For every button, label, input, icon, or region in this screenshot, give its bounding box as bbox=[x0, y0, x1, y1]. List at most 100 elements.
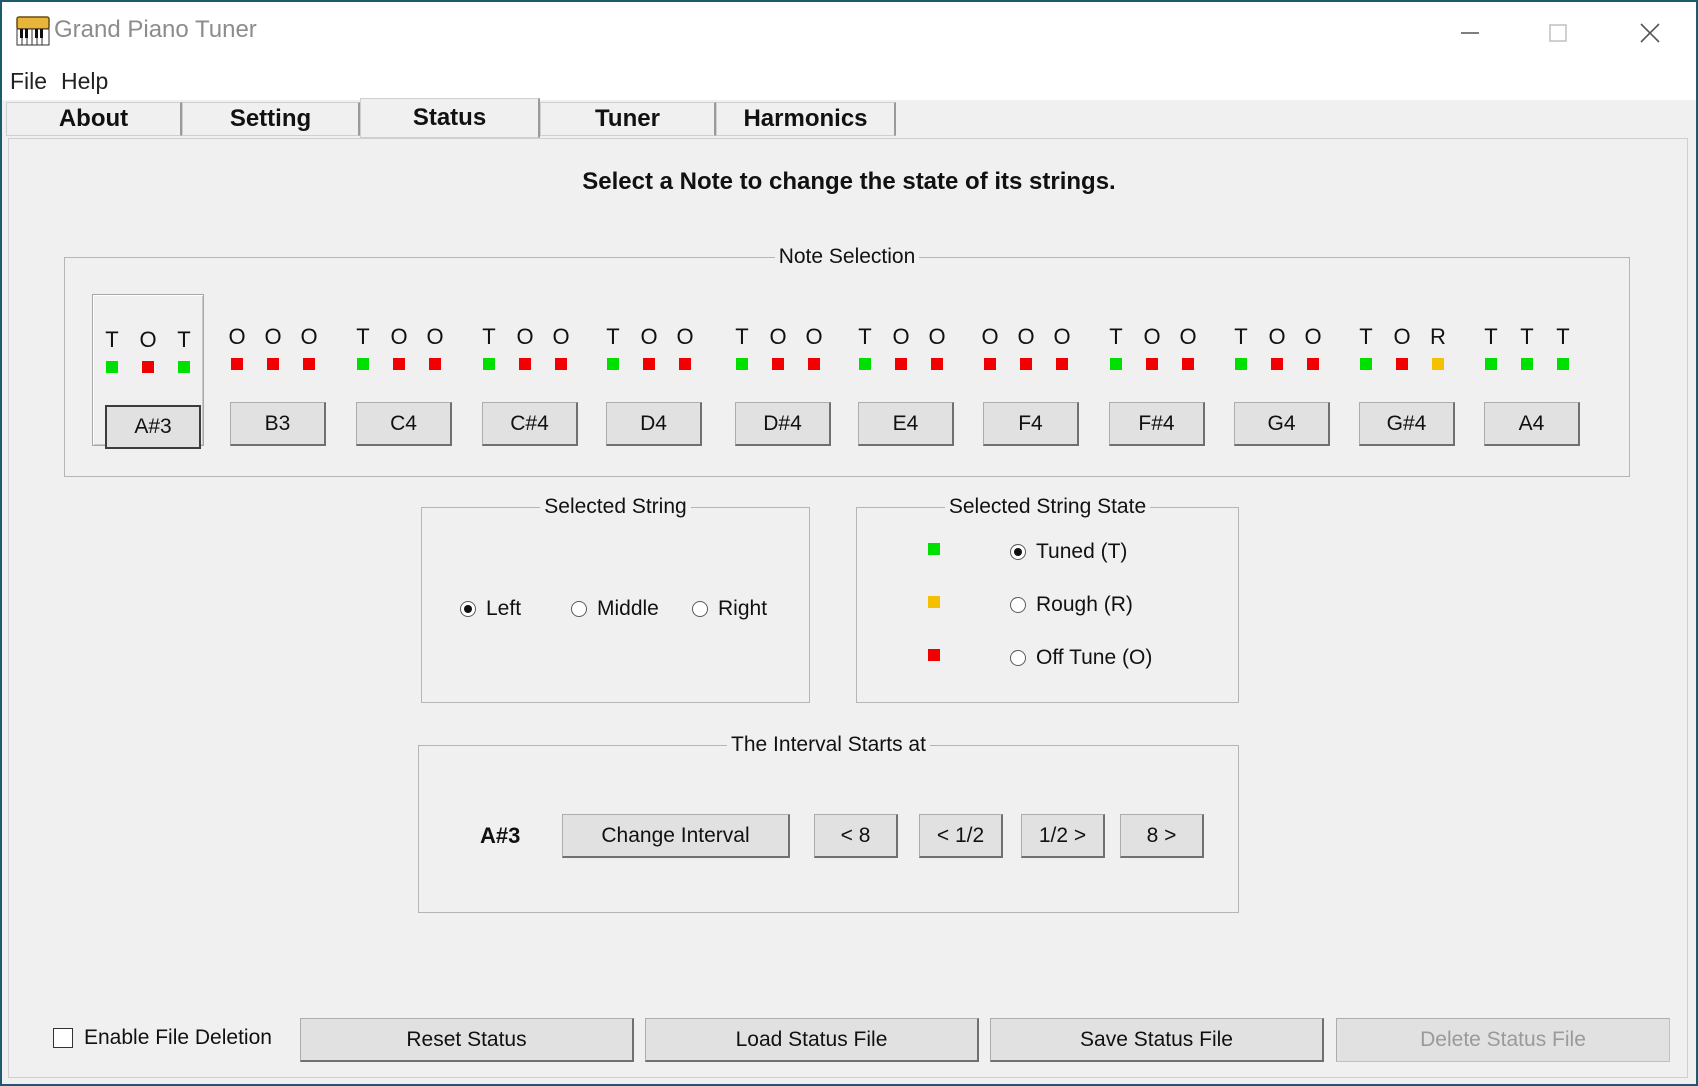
note-button[interactable]: A#3 bbox=[105, 405, 201, 449]
string-state-square bbox=[679, 358, 691, 370]
string-middle-option[interactable]: Middle bbox=[571, 597, 659, 621]
string-state-square bbox=[1557, 358, 1569, 370]
string-state-letters: TOT bbox=[93, 327, 203, 353]
string-state-letter: O bbox=[1393, 324, 1411, 349]
state-off-tune-radio[interactable] bbox=[1010, 650, 1026, 666]
delete-status-file-button: Delete Status File bbox=[1336, 1018, 1670, 1062]
string-state-indicators bbox=[218, 358, 328, 370]
prev-octave-button[interactable]: < 8 bbox=[814, 814, 898, 858]
string-state-indicators bbox=[846, 358, 956, 370]
note-column: T O O G4 bbox=[1222, 292, 1332, 446]
string-state-letter: O bbox=[264, 324, 282, 349]
change-interval-button[interactable]: Change Interval bbox=[562, 814, 790, 858]
string-state-square bbox=[736, 358, 748, 370]
string-state-letter: T bbox=[1359, 324, 1373, 349]
tab-about[interactable]: About bbox=[6, 102, 182, 136]
string-state-square bbox=[808, 358, 820, 370]
string-state-square bbox=[931, 358, 943, 370]
string-state-square bbox=[519, 358, 531, 370]
menu-file[interactable]: File bbox=[10, 68, 47, 95]
string-state-letter: R bbox=[1430, 324, 1446, 349]
state-tuned-label: Tuned (T) bbox=[1036, 540, 1128, 563]
string-state-letter: O bbox=[640, 324, 658, 349]
string-state-square bbox=[607, 358, 619, 370]
string-state-letter: T bbox=[858, 324, 872, 349]
string-state-indicators bbox=[344, 358, 454, 370]
note-button[interactable]: E4 bbox=[858, 402, 954, 446]
string-state-square bbox=[267, 358, 279, 370]
string-state-letter: O bbox=[981, 324, 999, 349]
tab-strip: About Setting Status Tuner Harmonics bbox=[6, 98, 1696, 138]
state-off-tune-option[interactable]: Off Tune (O) bbox=[1010, 646, 1152, 670]
enable-file-deletion-checkbox[interactable] bbox=[53, 1028, 73, 1048]
string-state-letter: O bbox=[552, 324, 570, 349]
state-tuned-option[interactable]: Tuned (T) bbox=[1010, 540, 1127, 564]
piano-icon bbox=[16, 16, 50, 46]
maximize-button[interactable] bbox=[1512, 2, 1604, 64]
note-column: T O O D4 bbox=[594, 292, 704, 446]
string-state-letter: T bbox=[356, 324, 370, 349]
note-button[interactable]: F4 bbox=[983, 402, 1079, 446]
save-status-file-button[interactable]: Save Status File bbox=[990, 1018, 1324, 1062]
string-state-square bbox=[142, 361, 154, 373]
note-button[interactable]: C4 bbox=[356, 402, 452, 446]
string-state-letters: OOO bbox=[971, 324, 1081, 350]
tab-harmonics[interactable]: Harmonics bbox=[716, 102, 896, 136]
enable-file-deletion-label: Enable File Deletion bbox=[84, 1026, 272, 1049]
string-state-square bbox=[393, 358, 405, 370]
state-rough-radio[interactable] bbox=[1010, 597, 1026, 613]
note-button[interactable]: D4 bbox=[606, 402, 702, 446]
string-state-letter: T bbox=[1109, 324, 1123, 349]
note-column: T O O F#4 bbox=[1097, 292, 1207, 446]
string-right-radio[interactable] bbox=[692, 601, 708, 617]
tab-tuner[interactable]: Tuner bbox=[540, 102, 716, 136]
note-button[interactable]: G4 bbox=[1234, 402, 1330, 446]
state-rough-option[interactable]: Rough (R) bbox=[1010, 593, 1133, 617]
window-title: Grand Piano Tuner bbox=[54, 16, 257, 43]
close-button[interactable] bbox=[1604, 2, 1696, 64]
string-state-square bbox=[1271, 358, 1283, 370]
next-half-button[interactable]: 1/2 > bbox=[1021, 814, 1105, 858]
next-octave-button[interactable]: 8 > bbox=[1120, 814, 1204, 858]
string-left-radio[interactable] bbox=[460, 601, 476, 617]
string-middle-radio[interactable] bbox=[571, 601, 587, 617]
string-state-square bbox=[1485, 358, 1497, 370]
string-state-square bbox=[106, 361, 118, 373]
string-state-letter: O bbox=[1179, 324, 1197, 349]
string-left-option[interactable]: Left bbox=[460, 597, 521, 621]
note-button[interactable]: D#4 bbox=[735, 402, 831, 446]
note-column: T O O D#4 bbox=[723, 292, 833, 446]
note-button[interactable]: A4 bbox=[1484, 402, 1580, 446]
string-state-square bbox=[429, 358, 441, 370]
reset-status-button[interactable]: Reset Status bbox=[300, 1018, 634, 1062]
minimize-icon bbox=[1461, 32, 1479, 34]
note-column: T O O E4 bbox=[846, 292, 956, 446]
string-state-letter: T bbox=[1556, 324, 1570, 349]
string-state-letters: TTT bbox=[1472, 324, 1582, 350]
app-window: Grand Piano Tuner File Help About Settin… bbox=[2, 2, 1696, 1084]
note-column: T O O C4 bbox=[344, 292, 454, 446]
note-button[interactable]: F#4 bbox=[1109, 402, 1205, 446]
string-right-option[interactable]: Right bbox=[692, 597, 767, 621]
tuned-color-swatch bbox=[928, 543, 940, 555]
load-status-file-button[interactable]: Load Status File bbox=[645, 1018, 979, 1062]
string-state-letter: O bbox=[139, 327, 157, 352]
string-state-square bbox=[1432, 358, 1444, 370]
tab-status[interactable]: Status bbox=[360, 98, 540, 138]
menu-help[interactable]: Help bbox=[61, 68, 108, 95]
prev-half-button[interactable]: < 1/2 bbox=[919, 814, 1003, 858]
rough-color-swatch bbox=[928, 596, 940, 608]
state-rough-label: Rough (R) bbox=[1036, 593, 1133, 616]
state-tuned-radio[interactable] bbox=[1010, 544, 1026, 560]
minimize-button[interactable] bbox=[1424, 2, 1516, 64]
note-button[interactable]: B3 bbox=[230, 402, 326, 446]
tab-setting[interactable]: Setting bbox=[182, 102, 360, 136]
note-button[interactable]: C#4 bbox=[482, 402, 578, 446]
note-button[interactable]: G#4 bbox=[1359, 402, 1455, 446]
string-state-letters: OOO bbox=[218, 324, 328, 350]
string-state-indicators bbox=[594, 358, 704, 370]
string-state-letters: TOO bbox=[1222, 324, 1332, 350]
note-column: O O O F4 bbox=[971, 292, 1081, 446]
title-bar: Grand Piano Tuner bbox=[2, 2, 1696, 64]
string-state-square bbox=[1020, 358, 1032, 370]
